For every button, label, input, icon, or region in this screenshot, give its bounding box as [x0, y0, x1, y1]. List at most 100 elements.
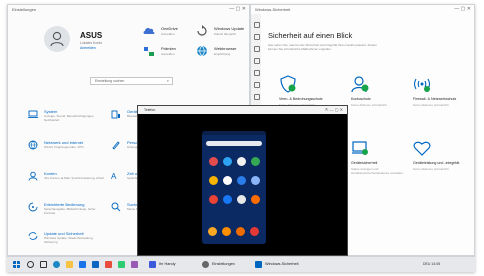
- tile-title: Firewall- & Netzwerkschutz: [413, 97, 457, 101]
- app-icon[interactable]: [209, 157, 218, 166]
- category-ease-of-access[interactable]: Erleichterte Bedienung Sprachausgabe, Bi…: [28, 202, 110, 222]
- phone-dock: [206, 226, 262, 238]
- svg-text:A: A: [111, 172, 117, 181]
- tile-title: Viren- & Bedrohungsschutz: [279, 97, 323, 101]
- category-update-security[interactable]: Update und Sicherheit Windows Update, Wi…: [28, 231, 110, 251]
- category-sub: Sprachausgabe, Bildschirmlupe, hoher Kon…: [44, 207, 96, 215]
- phone-screen[interactable]: [202, 131, 266, 244]
- webbrowser-sub: Empfehlung: [214, 52, 231, 56]
- search-icon: ⌕: [166, 78, 169, 83]
- onedrive-title: OneDrive: [161, 26, 178, 31]
- app-icon[interactable]: [237, 176, 246, 185]
- windows-update-sub: Zuletzt überprüft: [214, 32, 236, 36]
- shield-check-icon: [280, 75, 296, 93]
- security-description: Hier sehen Sie, was bei der Sicherheit u…: [268, 43, 377, 51]
- category-system[interactable]: System Anzeige, Sound, Benachrichtigunge…: [28, 109, 110, 129]
- browser-app-icon[interactable]: [236, 227, 245, 236]
- search-placeholder: Einstellung suchen: [95, 79, 125, 83]
- search-icon: [111, 202, 121, 212]
- windows-update-title: Windows Update: [214, 26, 245, 31]
- camera-app-icon[interactable]: [250, 227, 259, 236]
- taskbar: Ihr Handy Einstellungen Windows-Sicherhe…: [7, 256, 475, 272]
- edge-icon[interactable]: [53, 261, 60, 268]
- rewards-sub: Anmelden: [161, 52, 175, 56]
- phone-app-icon[interactable]: [208, 227, 217, 236]
- ease-of-access-icon: [28, 202, 38, 212]
- rewards-icon: [144, 47, 154, 56]
- category-network[interactable]: Netzwerk und Internet WLAN, Flugzeugmodu…: [28, 140, 110, 160]
- tile-sub: Keine Aktionen erforderlich.: [413, 167, 450, 171]
- menu-icon[interactable]: [254, 22, 260, 28]
- home-icon[interactable]: [254, 34, 260, 40]
- laptop-icon: [28, 110, 38, 118]
- language-icon: A: [111, 172, 117, 181]
- app-icon[interactable]: [251, 195, 260, 204]
- category-sub: Windows Update, Wiederherstellung, Siche…: [44, 236, 94, 244]
- app-icon[interactable]: [223, 195, 232, 204]
- settings-search-input[interactable]: Einstellung suchen ⌕: [90, 77, 173, 85]
- app-icon[interactable]: [254, 82, 260, 88]
- webbrowser-item[interactable]: Webbrowser Empfehlung: [196, 43, 252, 63]
- app-icon[interactable]: [251, 176, 260, 185]
- search-icon[interactable]: [27, 261, 34, 268]
- globe-icon: [197, 45, 207, 57]
- app-icon[interactable]: [223, 176, 232, 185]
- your-phone-icon[interactable]: [149, 261, 156, 268]
- explorer-icon[interactable]: [66, 261, 73, 268]
- webbrowser-title: Webbrowser: [214, 46, 237, 51]
- brush-icon: [112, 141, 120, 150]
- phone-search-bar[interactable]: [206, 141, 262, 146]
- category-sub: WLAN, Flugzeugmodus, VPN: [44, 145, 84, 149]
- category-accounts[interactable]: Konten Ihre Konten, E-Mail, Synchronisie…: [28, 171, 110, 191]
- account-card[interactable]: ASUS Lokales Konto Anmelden: [44, 24, 104, 56]
- taskbar-label[interactable]: Windows-Sicherheit: [265, 262, 299, 266]
- messages-app-icon[interactable]: [222, 227, 231, 236]
- security-window-controls[interactable]: — ▢ ✕: [454, 5, 471, 14]
- security-heading: Sicherheit auf einen Blick: [268, 31, 353, 40]
- rewards-item[interactable]: Prämien Anmelden: [143, 43, 199, 63]
- app-icon[interactable]: [237, 157, 246, 166]
- app-icon[interactable]: [251, 157, 260, 166]
- mail-icon[interactable]: [92, 261, 99, 268]
- app-icon[interactable]: [223, 157, 232, 166]
- settings-window-controls[interactable]: — ▢ ✕: [229, 5, 246, 14]
- task-view-icon[interactable]: [40, 261, 47, 268]
- taskbar-label[interactable]: Ihr Handy: [159, 262, 175, 266]
- settings-title: Einstellungen: [12, 7, 37, 12]
- onedrive-item[interactable]: OneDrive Anmelden: [143, 23, 199, 43]
- app-icon[interactable]: [209, 176, 218, 185]
- person-check-icon: [351, 76, 369, 93]
- app-icon[interactable]: [105, 261, 112, 268]
- person-icon[interactable]: [254, 58, 260, 64]
- account-signin-link[interactable]: Anmelden: [80, 46, 96, 50]
- tile-sub: Keine Aktionen erforderlich.: [351, 103, 388, 107]
- security-title: Windows-Sicherheit: [255, 7, 291, 12]
- phone-window-controls[interactable]: ⇱ — ▢ ✕: [325, 106, 343, 114]
- phone-window-titlebar[interactable]: Telefon ⇱ — ▢ ✕: [138, 106, 347, 114]
- tile-sub: Status anzeigen und Hardwaresicherheitsf…: [351, 167, 404, 175]
- app-icon[interactable]: [237, 195, 246, 204]
- phone-mirror-window[interactable]: Telefon ⇱ — ▢ ✕: [137, 105, 348, 256]
- desktop: Einstellungen — ▢ ✕ ASUS Lokales Konto A…: [7, 4, 475, 257]
- app-icon[interactable]: [118, 261, 125, 268]
- windows-update-item[interactable]: Windows Update Zuletzt überprüft: [196, 23, 252, 43]
- gear-icon[interactable]: [202, 261, 209, 268]
- app-icon[interactable]: [131, 261, 138, 268]
- system-tray[interactable]: DEU 14:05: [423, 262, 440, 266]
- laptop-icon[interactable]: [254, 94, 260, 100]
- tile-sub: Keine Aktionen erforderlich.: [413, 103, 450, 107]
- globe-icon: [28, 140, 38, 150]
- store-icon[interactable]: [79, 261, 86, 268]
- shield-icon[interactable]: [254, 46, 260, 52]
- keyboard-icon: [111, 110, 120, 119]
- wifi-icon[interactable]: [254, 70, 260, 76]
- category-sub: Ihre Konten, E-Mail, Synchronisierung, A…: [44, 176, 104, 180]
- account-name: ASUS: [80, 31, 103, 40]
- windows-start-icon[interactable]: [13, 261, 20, 268]
- person-icon: [28, 171, 38, 181]
- app-icon[interactable]: [209, 195, 218, 204]
- taskbar-label[interactable]: Einstellungen: [212, 262, 235, 266]
- update-icon: [197, 25, 207, 36]
- tile-title: Geräteleistung und -integrität: [413, 161, 460, 165]
- shield-icon[interactable]: [255, 261, 262, 268]
